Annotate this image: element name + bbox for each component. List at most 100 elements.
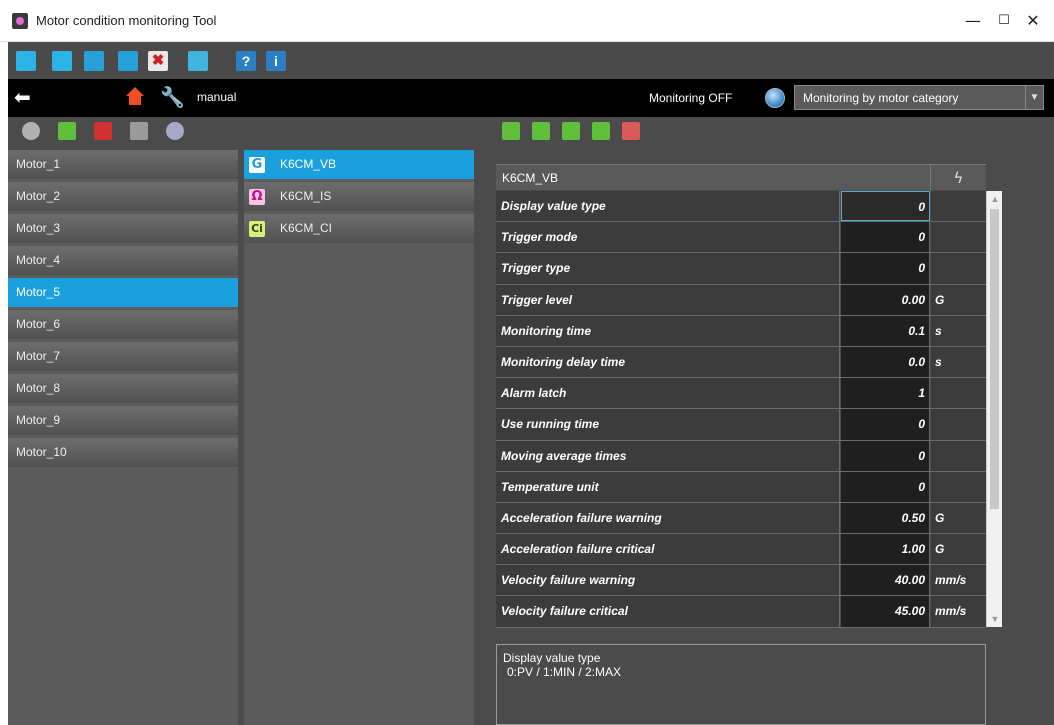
table-row[interactable]: Monitoring time 0.1 s <box>496 315 986 347</box>
main-area: Motor_1 Motor_2 Motor_3 Motor_4 Motor_5 … <box>8 117 1054 725</box>
vibration-sensor-icon: G <box>249 157 265 173</box>
motor-item-8[interactable]: Motor_8 <box>8 374 238 403</box>
motor-item-3[interactable]: Motor_3 <box>8 214 238 243</box>
parameter-value-field[interactable]: 0.1 <box>841 315 930 346</box>
parameter-unit: mm/s <box>931 596 986 627</box>
table-row[interactable]: Acceleration failure warning 0.50 G <box>496 502 986 535</box>
scroll-up-icon[interactable]: ▲ <box>987 191 1003 207</box>
home-icon[interactable] <box>126 87 144 107</box>
parameter-panel: K6CM_VB ϟ Display value type 0 Trigger mod… <box>482 117 1054 725</box>
battery-icon[interactable] <box>622 122 640 140</box>
parameter-value-field[interactable]: 0 <box>841 222 930 253</box>
table-row[interactable]: Velocity failure warning 40.00 mm/s <box>496 565 986 597</box>
table-row[interactable]: Use running time 0 <box>496 409 986 441</box>
disc-icon[interactable] <box>166 122 184 140</box>
table-row[interactable]: Acceleration failure critical 1.00 G <box>496 534 986 566</box>
parameter-value-field[interactable]: 0 <box>841 440 930 471</box>
parameter-unit: mm/s <box>931 565 986 596</box>
table-row[interactable]: Temperature unit 0 <box>496 471 986 503</box>
table-row[interactable]: Monitoring delay time 0.0 s <box>496 346 986 379</box>
monitoring-globe-icon[interactable] <box>765 88 785 108</box>
navigation-bar: ⬅ 🔧 manual Monitoring OFF Monitoring by … <box>8 79 1054 117</box>
parameter-value-field[interactable]: 0.0 <box>841 346 930 378</box>
sensor-label: K6CM_VB <box>280 157 337 171</box>
parameter-value-field[interactable]: 1.00 <box>841 534 930 565</box>
back-arrow-icon[interactable]: ⬅ <box>14 88 31 108</box>
network-icon[interactable] <box>188 51 208 71</box>
parameter-value-field[interactable]: 0 <box>841 191 930 222</box>
parameter-unit: s <box>931 315 986 346</box>
lightning-icon[interactable]: ϟ <box>930 165 986 191</box>
motor-item-4[interactable]: Motor_4 <box>8 246 238 275</box>
motor-item-9[interactable]: Motor_9 <box>8 406 238 435</box>
main-toolbar: ✖ ? i <box>8 42 1054 79</box>
scroll-down-icon[interactable]: ▼ <box>987 611 1003 627</box>
import-icon[interactable] <box>502 122 520 140</box>
parameter-label: Monitoring time <box>496 315 840 346</box>
motor-settings-icon[interactable] <box>22 122 40 140</box>
table-scrollbar[interactable]: ▲ ▼ <box>986 191 1002 627</box>
parameter-label: Trigger mode <box>496 222 840 253</box>
parameter-unit <box>931 222 986 253</box>
parameter-unit <box>931 409 986 440</box>
monitoring-mode-select[interactable]: Monitoring by motor category ▼ <box>794 85 1044 110</box>
close-button[interactable]: ✕ <box>1010 6 1054 36</box>
mode-label: manual <box>197 90 237 104</box>
remove-device-icon[interactable] <box>94 122 112 140</box>
table-row[interactable]: Trigger type 0 <box>496 253 986 285</box>
parameter-value-field[interactable]: 1 <box>841 378 930 409</box>
add-device-icon[interactable] <box>58 122 76 140</box>
open-file-icon[interactable] <box>52 51 72 71</box>
sensor-label: K6CM_IS <box>280 189 332 203</box>
description-title: Display value type <box>503 651 601 665</box>
parameter-unit <box>931 471 986 502</box>
motor-item-5[interactable]: Motor_5 <box>8 278 238 307</box>
help-icon[interactable]: ? <box>236 51 256 71</box>
parameter-description: Display value type 0:PV / 1:MIN / 2:MAX <box>496 644 986 725</box>
scroll-thumb[interactable] <box>990 209 999 509</box>
delete-icon[interactable]: ✖ <box>148 51 168 71</box>
parameter-unit: G <box>931 502 986 534</box>
table-row[interactable]: Velocity failure critical 45.00 mm/s <box>496 596 986 628</box>
save-as-icon[interactable] <box>118 51 138 71</box>
motor-item-7[interactable]: Motor_7 <box>8 342 238 371</box>
parameter-value-field[interactable]: 0 <box>841 253 930 284</box>
wrench-icon[interactable]: 🔧 <box>160 85 185 109</box>
sensor-item-ci[interactable]: Ci K6CM_CI <box>244 214 474 243</box>
parameter-value-field[interactable]: 0.00 <box>841 284 930 315</box>
read-device-icon[interactable] <box>592 122 610 140</box>
motor-item-2[interactable]: Motor_2 <box>8 182 238 211</box>
sensor-label: K6CM_CI <box>280 221 333 235</box>
parameter-value-field[interactable]: 0.50 <box>841 502 930 534</box>
table-row[interactable]: Display value type 0 <box>496 191 986 223</box>
motor-item-10[interactable]: Motor_10 <box>8 438 238 467</box>
table-row[interactable]: Alarm latch 1 <box>496 378 986 410</box>
new-file-icon[interactable] <box>16 51 36 71</box>
parameter-label: Trigger type <box>496 253 840 284</box>
save-icon[interactable] <box>84 51 104 71</box>
parameter-unit: G <box>931 284 986 315</box>
parameter-label: Acceleration failure critical <box>496 534 840 565</box>
motor-list: Motor_1 Motor_2 Motor_3 Motor_4 Motor_5 … <box>8 150 238 725</box>
motor-item-6[interactable]: Motor_6 <box>8 310 238 339</box>
table-row[interactable]: Moving average times 0 <box>496 440 986 472</box>
parameter-label: Use running time <box>496 409 840 440</box>
parameter-value-field[interactable]: 45.00 <box>841 596 930 627</box>
sensor-item-is[interactable]: Ω K6CM_IS <box>244 182 474 211</box>
export-icon[interactable] <box>532 122 550 140</box>
info-icon[interactable]: i <box>266 51 286 71</box>
table-row[interactable]: Trigger mode 0 <box>496 222 986 254</box>
parameter-value-field[interactable]: 0 <box>841 409 930 440</box>
parameter-label: Trigger level <box>496 284 840 315</box>
motor-item-1[interactable]: Motor_1 <box>8 150 238 179</box>
chevron-down-icon[interactable]: ▼ <box>1025 86 1043 109</box>
copy-device-icon[interactable] <box>130 122 148 140</box>
parameter-value-field[interactable]: 40.00 <box>841 565 930 596</box>
sensor-item-vb[interactable]: G K6CM_VB <box>244 150 474 179</box>
table-row[interactable]: Trigger level 0.00 G <box>496 284 986 316</box>
parameter-label: Display value type <box>496 191 840 222</box>
current-sensor-icon: Ci <box>249 221 265 237</box>
parameter-value-field[interactable]: 0 <box>841 471 930 502</box>
write-device-icon[interactable] <box>562 122 580 140</box>
description-text: 0:PV / 1:MIN / 2:MAX <box>507 665 622 679</box>
